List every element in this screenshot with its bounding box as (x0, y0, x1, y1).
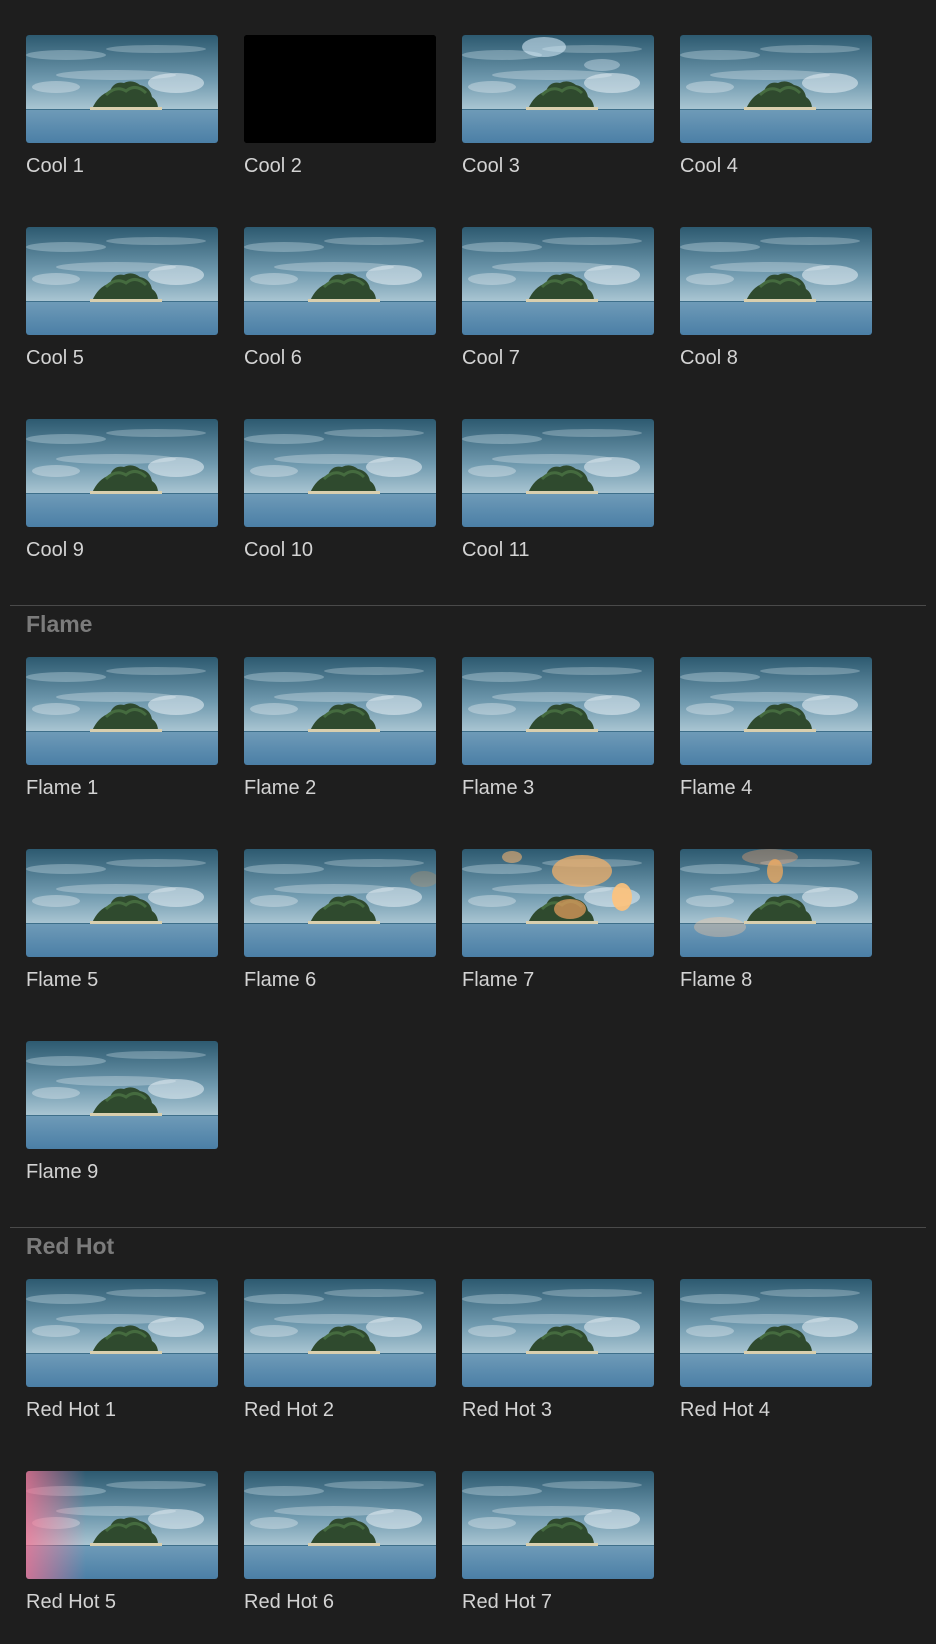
effect-label: Cool 7 (462, 347, 520, 369)
effect-label: Cool 8 (680, 347, 738, 369)
effect-label: Cool 6 (244, 347, 302, 369)
effect-thumbnail[interactable] (26, 657, 218, 765)
effect-label: Red Hot 1 (26, 1399, 117, 1421)
effect-tile[interactable]: Flame 6 (244, 849, 436, 991)
effect-thumbnail[interactable] (680, 849, 872, 957)
effect-thumbnail[interactable] (462, 419, 654, 527)
effect-label: Flame 6 (244, 969, 317, 991)
effect-tile[interactable]: Flame 2 (244, 657, 436, 799)
effect-thumbnail[interactable] (244, 1471, 436, 1579)
section-divider (10, 605, 926, 606)
effect-label: Flame 1 (26, 777, 99, 799)
effect-tile[interactable]: Red Hot 5 (26, 1471, 218, 1613)
effect-label: Cool 9 (26, 539, 84, 561)
effect-tile[interactable]: Cool 3 (462, 35, 654, 177)
effect-thumbnail[interactable] (680, 227, 872, 335)
effect-thumbnail[interactable] (26, 1279, 218, 1387)
effect-label: Cool 10 (244, 539, 313, 561)
effect-thumbnail[interactable] (26, 419, 218, 527)
effect-thumbnail[interactable] (244, 1279, 436, 1387)
effect-label: Cool 5 (26, 347, 84, 369)
effect-label: Red Hot 7 (462, 1591, 553, 1613)
effect-tile[interactable]: Red Hot 2 (244, 1279, 436, 1421)
effect-label: Flame 7 (462, 969, 535, 991)
effect-thumbnail[interactable] (462, 657, 654, 765)
effect-thumbnail[interactable] (244, 227, 436, 335)
effect-thumbnail[interactable] (26, 1471, 218, 1579)
effect-label: Red Hot 4 (680, 1399, 771, 1421)
effect-thumbnail[interactable] (26, 227, 218, 335)
effect-thumbnail[interactable] (680, 1279, 872, 1387)
effect-thumbnail[interactable] (462, 35, 654, 143)
effect-tile[interactable]: Cool 2 (244, 35, 436, 177)
effect-tile[interactable]: Cool 10 (244, 419, 436, 561)
effect-thumbnail[interactable] (680, 657, 872, 765)
effect-label: Cool 11 (462, 539, 530, 561)
effect-thumbnail[interactable] (26, 849, 218, 957)
effect-label: Flame 9 (26, 1161, 99, 1183)
effect-label: Cool 1 (26, 155, 84, 177)
section-title-flame: Flame (26, 611, 93, 637)
effect-tile[interactable]: Red Hot 6 (244, 1471, 436, 1613)
effect-thumbnail[interactable] (244, 657, 436, 765)
effect-label: Flame 4 (680, 777, 753, 799)
effect-label: Flame 8 (680, 969, 753, 991)
effect-tile[interactable]: Red Hot 1 (26, 1279, 218, 1421)
effect-tile[interactable]: Flame 8 (680, 849, 872, 991)
effect-thumbnail[interactable] (26, 35, 218, 143)
effect-tile[interactable]: Flame 7 (462, 849, 654, 991)
effect-tile[interactable]: Flame 1 (26, 657, 218, 799)
effect-label: Cool 2 (244, 155, 302, 177)
effect-label: Cool 4 (680, 155, 738, 177)
effect-label: Red Hot 5 (26, 1591, 117, 1613)
effect-thumbnail[interactable] (244, 849, 436, 957)
effect-thumbnail[interactable] (680, 35, 872, 143)
effect-label: Red Hot 2 (244, 1399, 335, 1421)
effect-tile[interactable]: Cool 5 (26, 227, 218, 369)
effect-tile[interactable]: Red Hot 4 (680, 1279, 872, 1421)
effect-tile[interactable]: Cool 8 (680, 227, 872, 369)
section-title-red-hot: Red Hot (26, 1233, 115, 1259)
effect-thumbnail[interactable] (244, 419, 436, 527)
effect-tile[interactable]: Cool 4 (680, 35, 872, 177)
effect-thumbnail[interactable] (462, 1471, 654, 1579)
effect-thumbnail[interactable] (462, 849, 654, 957)
effect-thumbnail[interactable] (462, 227, 654, 335)
effect-thumbnail[interactable] (26, 1041, 218, 1149)
effect-tile[interactable]: Cool 9 (26, 419, 218, 561)
effect-tile[interactable]: Flame 4 (680, 657, 872, 799)
effect-tile[interactable]: Cool 6 (244, 227, 436, 369)
effect-thumbnail[interactable] (462, 1279, 654, 1387)
section-divider (10, 1227, 926, 1228)
effect-tile[interactable]: Flame 3 (462, 657, 654, 799)
effect-label: Red Hot 6 (244, 1591, 335, 1613)
effect-tile[interactable]: Flame 9 (26, 1041, 218, 1183)
effect-tile[interactable]: Red Hot 7 (462, 1471, 654, 1613)
effect-label: Flame 2 (244, 777, 317, 799)
effect-tile[interactable]: Cool 1 (26, 35, 218, 177)
effect-label: Flame 3 (462, 777, 535, 799)
effect-tile[interactable]: Cool 11 (462, 419, 654, 561)
effect-tile[interactable]: Flame 5 (26, 849, 218, 991)
effect-tile[interactable]: Cool 7 (462, 227, 654, 369)
effect-thumbnail[interactable] (244, 35, 436, 143)
effect-tile[interactable]: Red Hot 3 (462, 1279, 654, 1421)
effect-label: Cool 3 (462, 155, 520, 177)
effect-label: Red Hot 3 (462, 1399, 553, 1421)
effect-label: Flame 5 (26, 969, 99, 991)
